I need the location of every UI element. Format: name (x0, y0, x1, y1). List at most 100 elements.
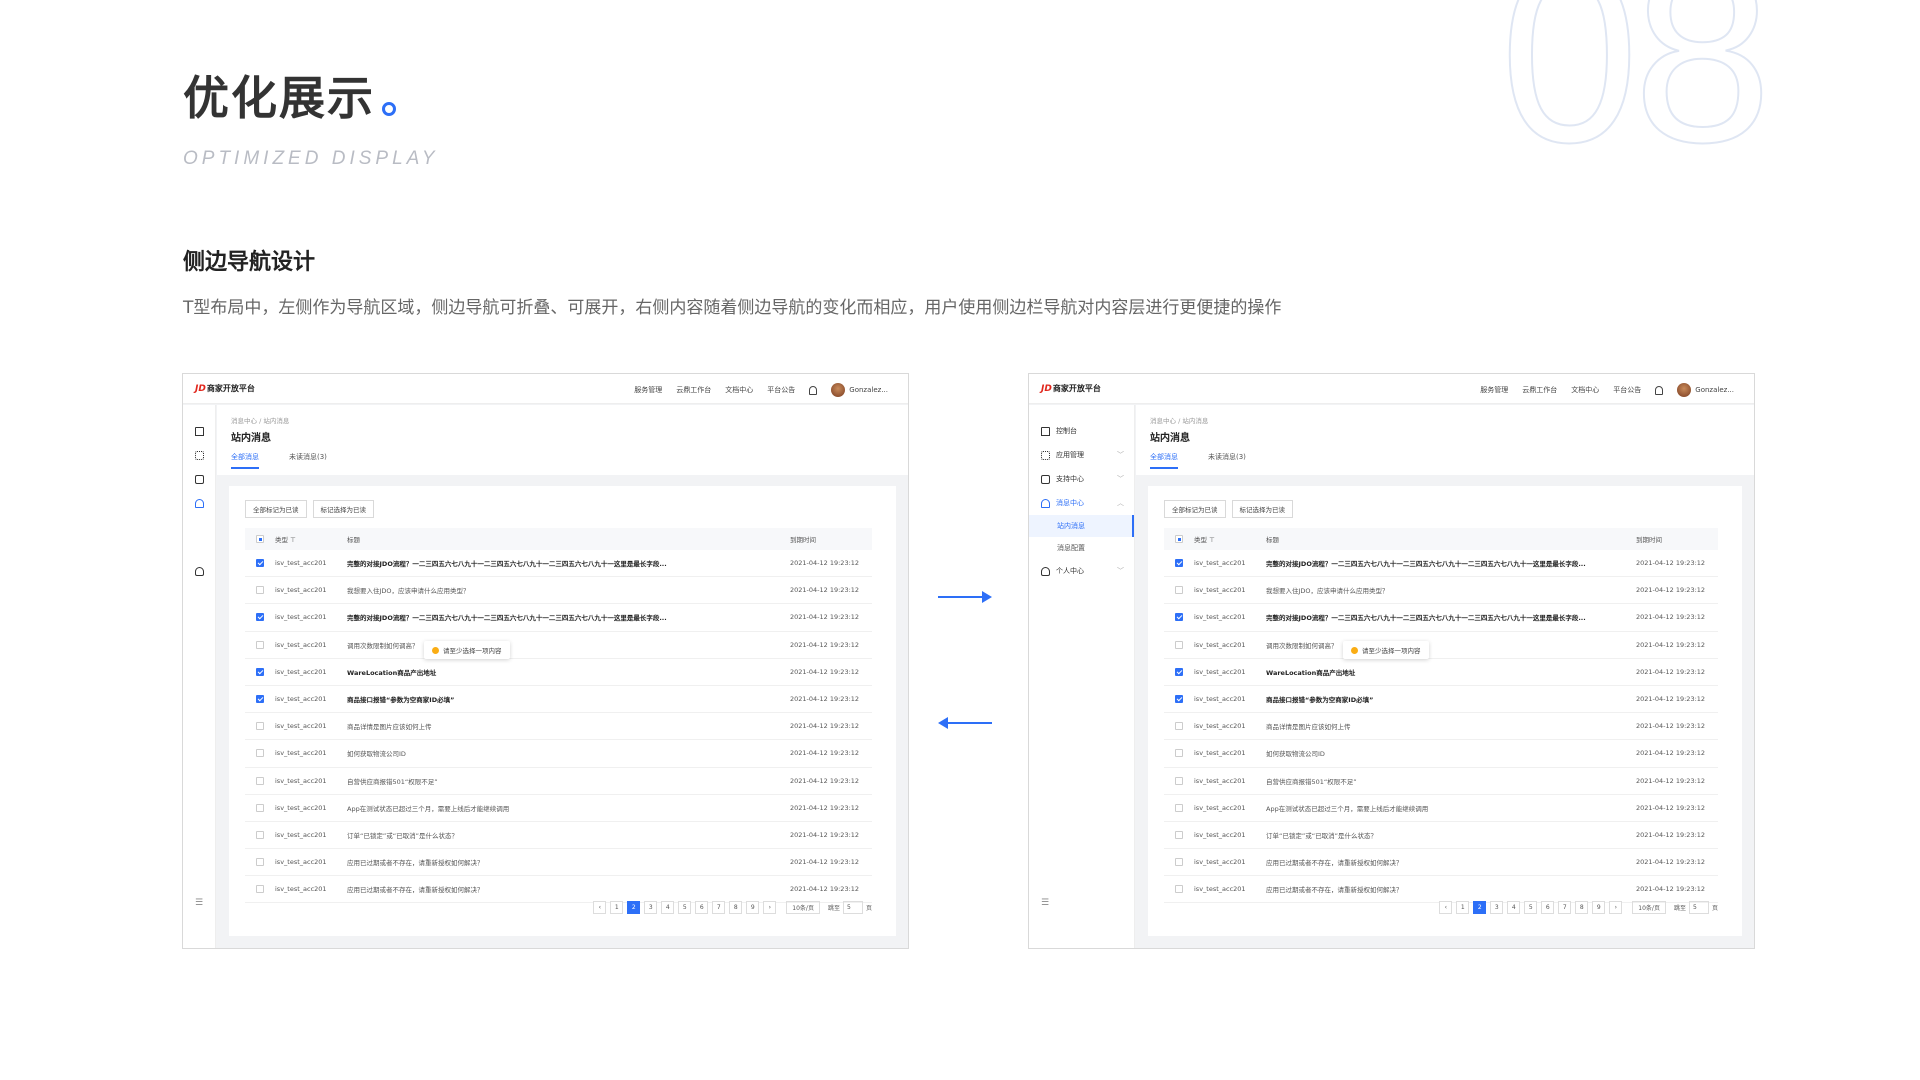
row-title[interactable]: 商品详情是图片应该如何上传 (347, 721, 790, 731)
sidebar-item-console[interactable]: 控制台 (1029, 419, 1134, 443)
select-all-checkbox[interactable] (256, 535, 264, 543)
top-menu-workbench[interactable]: 云鼎工作台 (1522, 385, 1557, 395)
notification-bell-icon[interactable] (809, 385, 818, 395)
page-button[interactable]: 3 (1490, 901, 1504, 914)
tab-all-messages[interactable]: 全部消息 (1150, 452, 1178, 469)
row-title[interactable]: 订单“已锁定”或“已取消”是什么状态？ (1266, 830, 1636, 840)
table-row[interactable]: isv_test_acc201 订单“已锁定”或“已取消”是什么状态？ 2021… (1164, 822, 1718, 850)
row-checkbox[interactable] (256, 776, 264, 785)
sidebar-subitem-inbox[interactable]: 站内消息 (1029, 515, 1134, 537)
sidebar-item-personal[interactable]: 个人中心 ﹀ (1029, 559, 1134, 583)
mark-selected-read-button[interactable]: 标记选择为已读 (312, 500, 374, 518)
notification-bell-icon[interactable] (1655, 385, 1664, 395)
table-row[interactable]: isv_test_acc201 调用次数限制如何调高？ 2021-04-12 1… (245, 632, 872, 659)
platform-logo[interactable]: JD商家开放平台 (1041, 383, 1101, 394)
page-button[interactable]: 4 (661, 901, 675, 914)
page-size-select[interactable]: 10条/页 (786, 901, 820, 914)
row-title[interactable]: App在测试状态已超过三个月，需要上线后才能继续调用 (1266, 803, 1636, 813)
top-menu-service[interactable]: 服务管理 (1480, 385, 1508, 395)
table-row[interactable]: isv_test_acc201 应用已过期或者不存在，请重新授权如何解决？ 20… (245, 849, 872, 877)
sidebar-subitem-config[interactable]: 消息配置 (1029, 537, 1134, 559)
row-title[interactable]: WareLocation商品产出地址 (1266, 667, 1636, 677)
table-row[interactable]: isv_test_acc201 应用已过期或者不存在，请重新授权如何解决？ 20… (1164, 876, 1718, 904)
row-checkbox[interactable] (1175, 613, 1183, 622)
row-title[interactable]: 自营供应商报错501“权限不足” (347, 776, 790, 786)
row-checkbox[interactable] (256, 586, 264, 595)
row-checkbox[interactable] (1175, 695, 1183, 704)
row-title[interactable]: 完整的对接JDO流程？一二三四五六七八九十一二三四五六七八九十一二三四五六七八九… (347, 612, 790, 622)
collapse-toggle-icon[interactable]: ☰ (1041, 898, 1049, 908)
table-row[interactable]: isv_test_acc201 应用已过期或者不存在，请重新授权如何解决？ 20… (1164, 849, 1718, 877)
tab-all-messages[interactable]: 全部消息 (231, 452, 259, 469)
table-row[interactable]: isv_test_acc201 完整的对接JDO流程？一二三四五六七八九十一二三… (1164, 604, 1718, 632)
page-button[interactable]: 5 (1524, 901, 1538, 914)
row-checkbox[interactable] (1175, 586, 1183, 595)
top-menu-docs[interactable]: 文档中心 (1571, 385, 1599, 395)
table-row[interactable]: isv_test_acc201 调用次数限制如何调高？ 2021-04-12 1… (1164, 632, 1718, 659)
tab-unread-messages[interactable]: 未读消息(3) (289, 452, 327, 469)
page-button[interactable]: 1 (1456, 901, 1470, 914)
table-row[interactable]: isv_test_acc201 订单“已锁定”或“已取消”是什么状态？ 2021… (245, 822, 872, 850)
row-checkbox[interactable] (256, 667, 264, 676)
row-title[interactable]: 我想要入住JDO，应该申请什么应用类型？ (347, 585, 790, 595)
top-menu-notice[interactable]: 平台公告 (767, 385, 795, 395)
row-checkbox[interactable] (256, 640, 264, 649)
sidebar-item-personal[interactable] (183, 559, 215, 583)
select-all-checkbox[interactable] (1175, 535, 1183, 543)
row-checkbox[interactable] (1175, 722, 1183, 731)
row-title[interactable]: 商品接口报错“参数为空商家ID必填” (1266, 694, 1636, 704)
page-button[interactable]: 9 (746, 901, 760, 914)
row-title[interactable]: 自营供应商报错501“权限不足” (1266, 776, 1636, 786)
sidebar-item-console[interactable] (183, 419, 215, 443)
table-row[interactable]: isv_test_acc201 如何获取物流公司ID 2021-04-12 19… (1164, 740, 1718, 768)
prev-page-button[interactable]: ‹ (593, 901, 607, 914)
row-title[interactable]: 完整的对接JDO流程？一二三四五六七八九十一二三四五六七八九十一二三四五六七八九… (347, 558, 790, 568)
table-row[interactable]: isv_test_acc201 完整的对接JDO流程？一二三四五六七八九十一二三… (1164, 550, 1718, 578)
page-button[interactable]: 4 (1507, 901, 1521, 914)
page-button[interactable]: 6 (695, 901, 709, 914)
sidebar-item-messages[interactable] (183, 491, 215, 515)
next-page-button[interactable]: › (763, 901, 777, 914)
row-title[interactable]: 订单“已锁定”或“已取消”是什么状态？ (347, 830, 790, 840)
row-checkbox[interactable] (256, 722, 264, 731)
row-title[interactable]: 应用已过期或者不存在，请重新授权如何解决？ (1266, 884, 1636, 894)
page-button[interactable]: 7 (712, 901, 726, 914)
table-row[interactable]: isv_test_acc201 商品接口报错“参数为空商家ID必填” 2021-… (1164, 686, 1718, 714)
row-title[interactable]: 调用次数限制如何调高？ (1266, 640, 1636, 650)
row-title[interactable]: 我想要入住JDO，应该申请什么应用类型？ (1266, 585, 1636, 595)
row-title[interactable]: 应用已过期或者不存在，请重新授权如何解决？ (1266, 857, 1636, 867)
table-row[interactable]: isv_test_acc201 商品详情是图片应该如何上传 2021-04-12… (245, 713, 872, 741)
breadcrumb[interactable]: 消息中心 / 站内消息 (231, 415, 289, 425)
top-menu-docs[interactable]: 文档中心 (725, 385, 753, 395)
row-checkbox[interactable] (256, 559, 264, 568)
page-button[interactable]: 8 (1575, 901, 1589, 914)
user-menu[interactable]: Gonzalez... (831, 383, 888, 397)
sidebar-item-apps[interactable]: 应用管理 ﹀ (1029, 443, 1134, 467)
row-checkbox[interactable] (256, 803, 264, 812)
page-button[interactable]: 5 (678, 901, 692, 914)
page-button[interactable]: 2 (1473, 901, 1487, 914)
top-menu-notice[interactable]: 平台公告 (1613, 385, 1641, 395)
row-title[interactable]: 商品详情是图片应该如何上传 (1266, 721, 1636, 731)
table-row[interactable]: isv_test_acc201 商品接口报错“参数为空商家ID必填” 2021-… (245, 686, 872, 714)
table-row[interactable]: isv_test_acc201 WareLocation商品产出地址 2021-… (1164, 659, 1718, 686)
sidebar-item-messages[interactable]: 消息中心 ︿ (1029, 491, 1134, 515)
table-row[interactable]: isv_test_acc201 我想要入住JDO，应该申请什么应用类型？ 202… (245, 577, 872, 605)
table-row[interactable]: isv_test_acc201 自营供应商报错501“权限不足” 2021-04… (245, 768, 872, 795)
row-checkbox[interactable] (1175, 803, 1183, 812)
row-checkbox[interactable] (1175, 667, 1183, 676)
table-row[interactable]: isv_test_acc201 自营供应商报错501“权限不足” 2021-04… (1164, 768, 1718, 795)
row-title[interactable]: 如何获取物流公司ID (1266, 748, 1636, 758)
table-row[interactable]: isv_test_acc201 商品详情是图片应该如何上传 2021-04-12… (1164, 713, 1718, 741)
breadcrumb[interactable]: 消息中心 / 站内消息 (1150, 415, 1208, 425)
row-checkbox[interactable] (1175, 749, 1183, 758)
page-button[interactable]: 2 (627, 901, 641, 914)
row-checkbox[interactable] (256, 749, 264, 758)
mark-all-read-button[interactable]: 全部标记为已读 (1164, 500, 1226, 518)
row-title[interactable]: 应用已过期或者不存在，请重新授权如何解决？ (347, 884, 790, 894)
row-title[interactable]: 商品接口报错“参数为空商家ID必填” (347, 694, 790, 704)
tab-unread-messages[interactable]: 未读消息(3) (1208, 452, 1246, 469)
row-title[interactable]: 调用次数限制如何调高？ (347, 640, 790, 650)
page-jump-input[interactable]: 5 (1688, 901, 1709, 914)
sidebar-item-support[interactable] (183, 467, 215, 491)
